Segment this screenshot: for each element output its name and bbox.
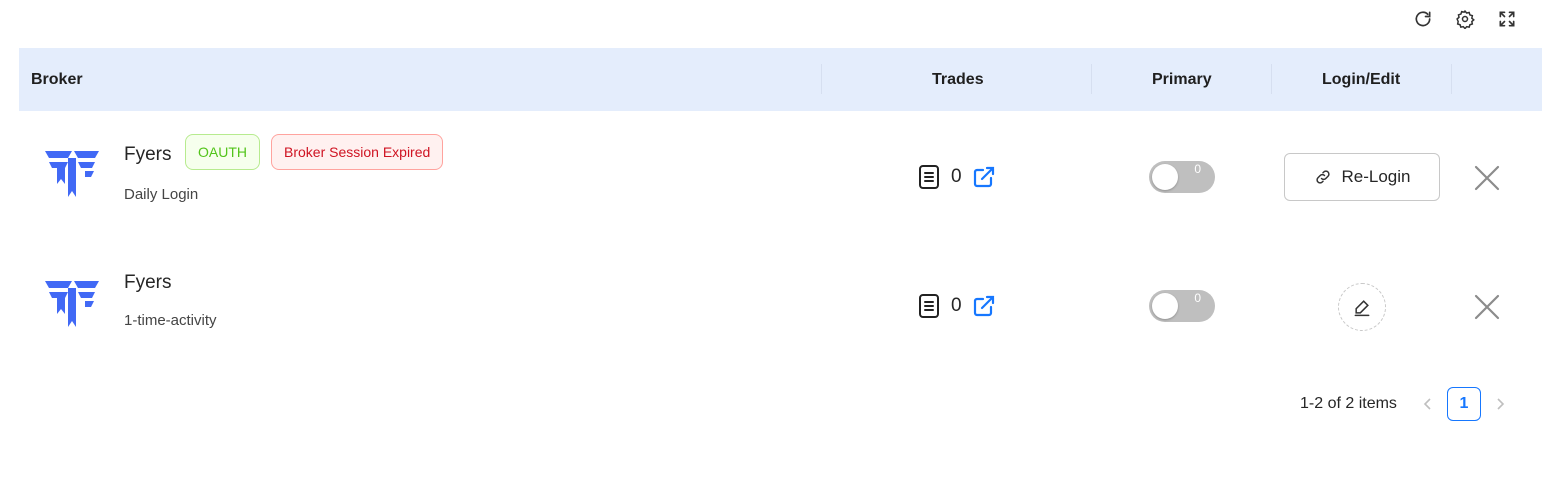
settings-icon[interactable]	[1455, 8, 1475, 30]
column-header-login-edit: Login/Edit	[1322, 70, 1401, 88]
broker-name: Fyers	[124, 272, 172, 293]
re-login-button[interactable]: Re-Login	[1284, 153, 1440, 201]
external-link-icon[interactable]	[972, 165, 996, 189]
fullscreen-icon[interactable]	[1497, 8, 1517, 30]
reload-icon[interactable]	[1413, 8, 1433, 30]
close-icon[interactable]	[1474, 294, 1500, 320]
brokers-table: Broker Trades Primary Login/Edit Fyers O…	[19, 48, 1542, 369]
close-icon[interactable]	[1474, 165, 1500, 191]
toggle-text: 0	[1194, 291, 1201, 305]
toggle-text: 0	[1194, 162, 1201, 176]
table-row: Fyers 1-time-activity 0 0	[19, 240, 1542, 369]
column-divider	[1091, 64, 1092, 94]
fyers-logo-icon	[45, 281, 99, 327]
chevron-left-icon[interactable]	[1421, 397, 1435, 411]
pagination-total: 1-2 of 2 items	[1300, 395, 1397, 412]
chevron-right-icon[interactable]	[1493, 397, 1507, 411]
table-row: Fyers OAUTH Broker Session Expired Daily…	[19, 111, 1542, 240]
toggle-knob	[1152, 293, 1178, 319]
column-divider	[821, 64, 822, 94]
fyers-logo-icon	[45, 151, 99, 197]
broker-subtitle: 1-time-activity	[124, 312, 217, 329]
edit-icon	[1354, 300, 1370, 317]
column-divider	[1271, 64, 1272, 94]
trades-cell: 0	[917, 164, 996, 190]
column-header-broker: Broker	[31, 70, 83, 88]
trades-count: 0	[951, 166, 962, 187]
primary-toggle[interactable]: 0	[1149, 290, 1215, 322]
primary-toggle[interactable]: 0	[1149, 161, 1215, 193]
trades-cell: 0	[917, 293, 996, 319]
document-icon	[919, 165, 939, 189]
link-icon	[1315, 170, 1330, 184]
page-button-1[interactable]: 1	[1446, 387, 1481, 421]
column-divider	[1451, 64, 1452, 94]
session-expired-tag: Broker Session Expired	[271, 134, 444, 170]
column-header-primary: Primary	[1152, 70, 1212, 88]
broker-subtitle: Daily Login	[124, 186, 199, 203]
re-login-label: Re-Login	[1341, 167, 1411, 186]
trades-count: 0	[951, 295, 962, 316]
broker-name: Fyers	[124, 144, 172, 165]
column-header-trades: Trades	[932, 70, 984, 88]
toggle-knob	[1152, 164, 1178, 190]
document-icon	[919, 294, 939, 318]
external-link-icon[interactable]	[972, 294, 996, 318]
table-toolbar	[1413, 8, 1517, 30]
table-header: Broker Trades Primary Login/Edit	[19, 48, 1542, 111]
edit-button[interactable]	[1338, 283, 1386, 331]
oauth-tag: OAUTH	[185, 134, 260, 170]
pagination: 1-2 of 2 items 1	[1300, 387, 1507, 421]
